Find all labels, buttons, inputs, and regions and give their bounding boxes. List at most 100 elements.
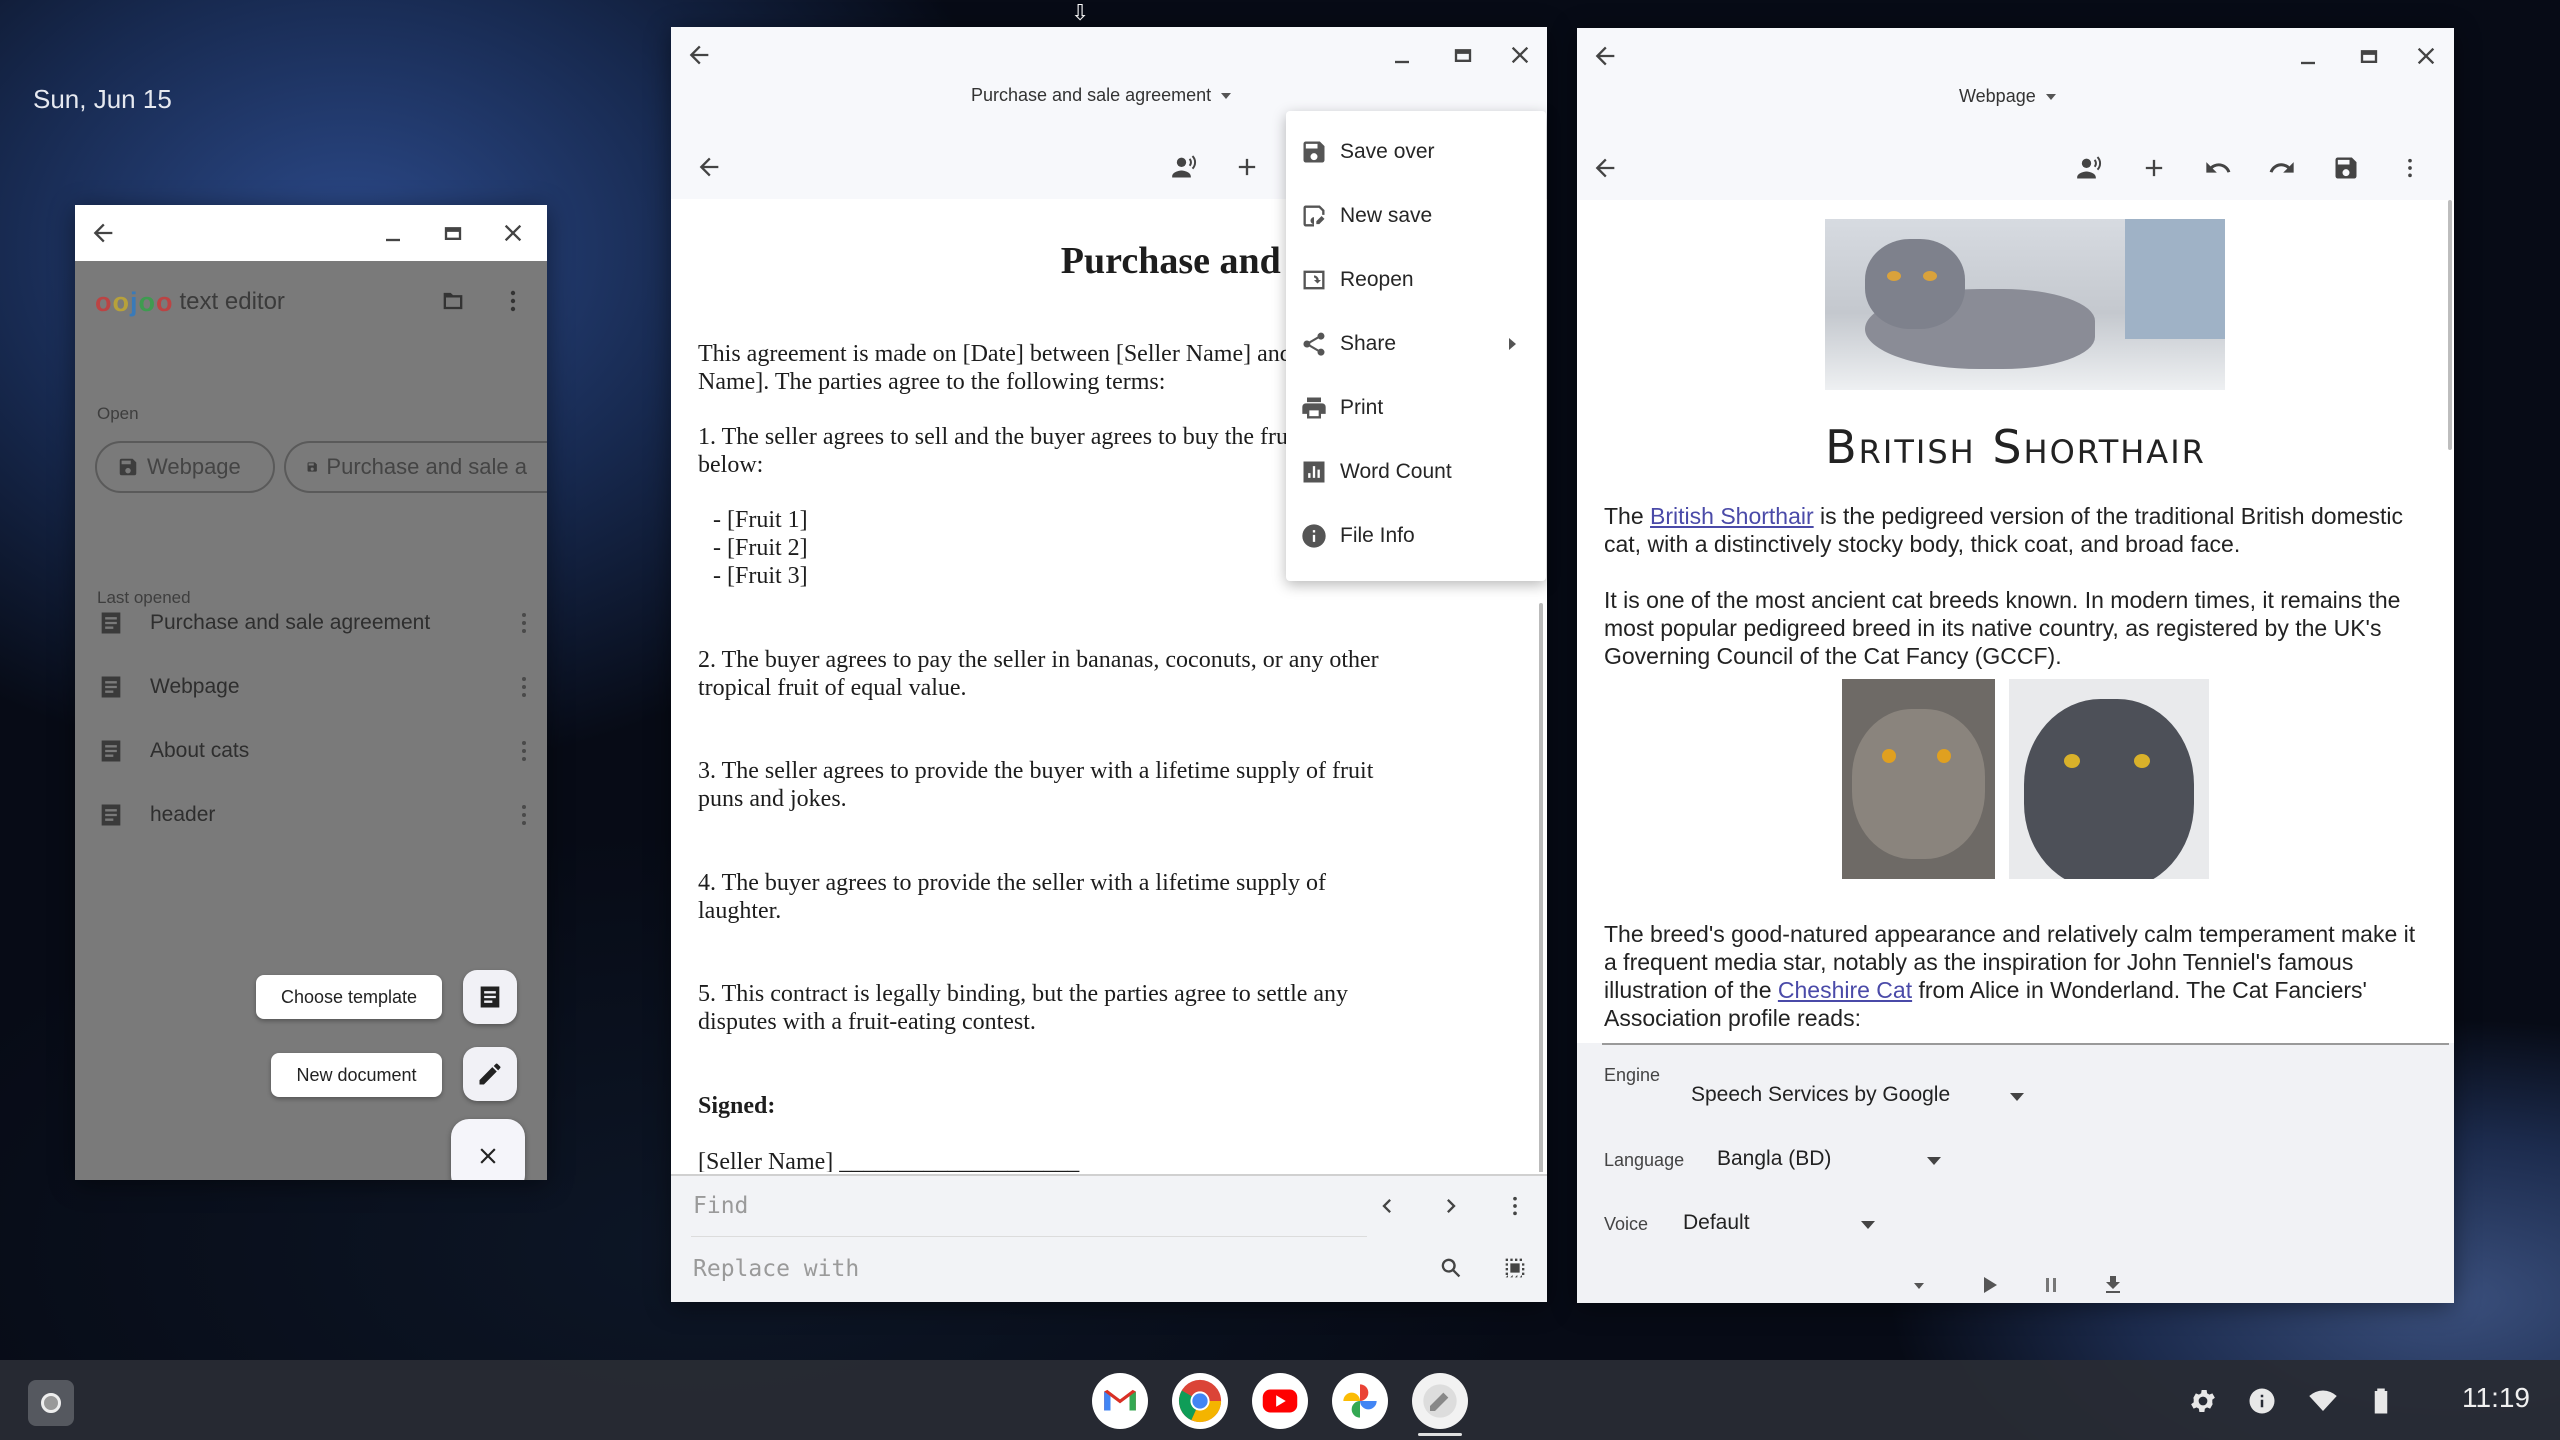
redo-icon[interactable] [2262, 150, 2302, 186]
engine-label: Engine [1604, 1065, 1661, 1085]
download-icon[interactable] [2101, 1273, 2125, 1297]
back-arrow-icon[interactable] [679, 37, 719, 73]
webview-titlebar [1577, 28, 2454, 84]
document-line: 4. The buyer agrees to provide the selle… [698, 870, 1327, 896]
close-icon[interactable] [2406, 38, 2446, 74]
engine-select[interactable]: Speech Services by Google [1691, 1083, 1950, 1107]
chevron-right-icon[interactable] [1431, 1188, 1471, 1224]
open-chip-purchase[interactable]: Purchase and sale a [284, 441, 547, 493]
undo-icon[interactable] [2198, 150, 2238, 186]
bar-chart-icon [1303, 461, 1325, 483]
voice-select[interactable]: Default [1683, 1211, 1750, 1235]
battery-icon[interactable] [2366, 1386, 2396, 1416]
recent-file-item[interactable]: Webpage [75, 657, 547, 717]
find-input[interactable]: Find [693, 1193, 748, 1219]
scrollbar[interactable] [1539, 603, 1543, 1172]
document-title-dropdown[interactable]: Webpage [1959, 86, 2056, 107]
maximize-icon[interactable] [433, 215, 473, 251]
chrome-icon[interactable] [1172, 1373, 1228, 1429]
recent-file-item[interactable]: About cats [75, 721, 547, 781]
choose-template-button[interactable]: Choose template [256, 975, 442, 1019]
more-vert-icon[interactable] [1495, 1188, 1535, 1224]
recent-file-item[interactable]: header [75, 785, 547, 845]
add-icon[interactable] [2134, 150, 2174, 186]
document-line: Signed: [698, 1093, 776, 1119]
back-arrow-icon[interactable] [1585, 150, 1625, 186]
dropdown-arrow-icon[interactable] [1927, 1157, 1941, 1165]
minimize-icon[interactable] [2288, 38, 2328, 74]
more-vert-icon[interactable] [493, 283, 533, 319]
text-to-speech-icon[interactable] [1165, 149, 1205, 185]
recent-file-item[interactable]: Purchase and sale agreement [75, 593, 547, 653]
webview-toolbar [1577, 138, 2454, 200]
pencil-icon[interactable] [463, 1047, 517, 1101]
save-icon[interactable] [2326, 150, 2366, 186]
menu-item-print[interactable]: Print [1286, 376, 1546, 440]
launcher-button[interactable] [28, 1380, 74, 1426]
language-select[interactable]: Bangla (BD) [1717, 1147, 1831, 1171]
new-document-button[interactable]: New document [271, 1053, 442, 1097]
dropdown-arrow-icon[interactable] [1861, 1221, 1875, 1229]
back-arrow-icon[interactable] [689, 149, 729, 185]
back-arrow-icon[interactable] [83, 215, 123, 251]
back-arrow-icon[interactable] [1585, 38, 1625, 74]
settings-gear-icon[interactable] [2188, 1386, 2218, 1416]
clock[interactable]: 11:19 [2462, 1382, 2530, 1414]
maximize-icon[interactable] [2349, 38, 2389, 74]
dropdown-arrow-icon[interactable] [2010, 1093, 2024, 1101]
active-app-indicator [1418, 1433, 1462, 1436]
menu-item-save-over[interactable]: Save over [1286, 120, 1546, 184]
gmail-icon[interactable] [1092, 1373, 1148, 1429]
tts-panel: Engine Speech Services by Google Languag… [1577, 1043, 2454, 1303]
menu-item-word-count[interactable]: Word Count [1286, 440, 1546, 504]
menu-item-new-save[interactable]: New save [1286, 184, 1546, 248]
save-icon [307, 462, 317, 472]
info-icon[interactable] [2247, 1386, 2277, 1416]
close-fab-button[interactable] [451, 1119, 525, 1180]
pause-icon[interactable] [2039, 1273, 2063, 1297]
mouse-cursor-icon: ⇩ [1071, 0, 1090, 25]
document-line: tropical fruit of equal value. [698, 675, 967, 701]
collapse-arrow-icon[interactable] [1914, 1283, 1924, 1289]
search-replace-icon[interactable] [1431, 1250, 1471, 1286]
folder-icon[interactable] [433, 283, 473, 319]
save-icon [1303, 141, 1325, 163]
more-vert-icon[interactable] [2390, 150, 2430, 186]
menu-item-file-info[interactable]: File Info [1286, 504, 1546, 568]
close-icon [480, 1148, 496, 1164]
document-title-dropdown[interactable]: Purchase and sale agreement [971, 85, 1232, 106]
more-vert-icon[interactable] [521, 739, 527, 763]
submenu-arrow-icon [1509, 338, 1516, 350]
text-editor-icon[interactable] [1412, 1373, 1468, 1429]
minimize-icon[interactable] [1382, 37, 1422, 73]
document-line: [Seller Name] ____________________ [698, 1149, 1080, 1172]
select-all-icon[interactable] [1495, 1250, 1535, 1286]
launcher-window: oojoo text editor Open Webpage Purchase … [75, 205, 547, 1180]
add-icon[interactable] [1227, 149, 1267, 185]
template-icon[interactable] [463, 970, 517, 1024]
replace-input[interactable]: Replace with [693, 1256, 859, 1282]
launcher-body: oojoo text editor Open Webpage Purchase … [75, 261, 547, 1180]
launcher-icon [41, 1393, 61, 1413]
photos-icon[interactable] [1332, 1373, 1388, 1429]
save-as-icon [1303, 205, 1325, 227]
more-vert-icon[interactable] [521, 611, 527, 635]
info-icon [1302, 524, 1326, 548]
play-icon[interactable] [1977, 1273, 2001, 1297]
open-chip-webpage[interactable]: Webpage [95, 441, 275, 493]
more-vert-icon[interactable] [521, 803, 527, 827]
maximize-icon[interactable] [1443, 37, 1483, 73]
scrollbar[interactable] [2448, 200, 2452, 450]
youtube-icon[interactable] [1252, 1373, 1308, 1429]
language-label: Language [1604, 1150, 1685, 1170]
close-icon[interactable] [493, 215, 533, 251]
more-vert-icon[interactable] [521, 675, 527, 699]
menu-item-share[interactable]: Share [1286, 312, 1546, 376]
chevron-left-icon[interactable] [1367, 1188, 1407, 1224]
close-icon[interactable] [1500, 37, 1540, 73]
wifi-icon[interactable] [2308, 1386, 2338, 1416]
minimize-icon[interactable] [373, 215, 413, 251]
document-icon [101, 740, 121, 762]
menu-item-reopen[interactable]: Reopen [1286, 248, 1546, 312]
text-to-speech-icon[interactable] [2070, 150, 2110, 186]
